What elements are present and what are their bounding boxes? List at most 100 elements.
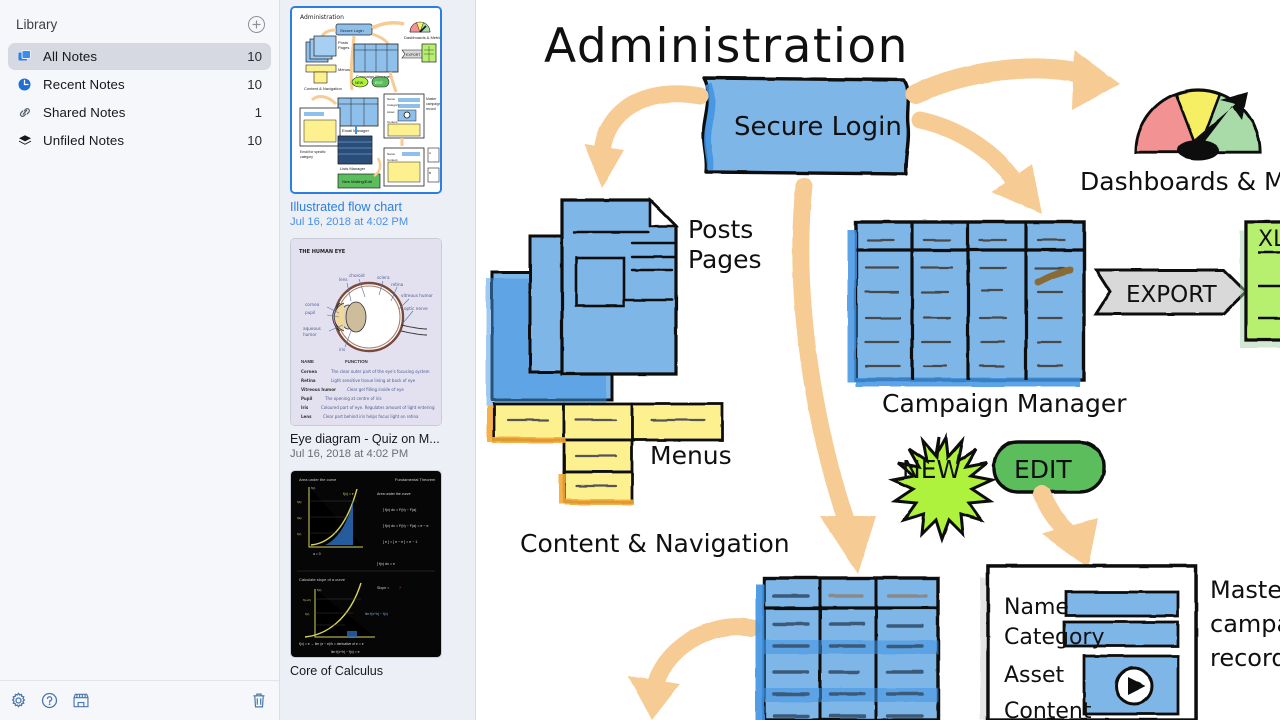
svg-text:record: record — [426, 107, 436, 111]
svg-text:Asset: Asset — [387, 110, 395, 114]
svg-text:Content: Content — [387, 120, 398, 124]
svg-text:THE HUMAN EYE: THE HUMAN EYE — [299, 249, 346, 255]
store-icon — [73, 693, 89, 708]
svg-text:Administration: Administration — [300, 14, 344, 21]
xl-label: XL — [1258, 227, 1280, 252]
field-name-label: Name — [1004, 595, 1069, 620]
note-thumbnail-eye-diagram[interactable]: THE HUMAN EYE choroid sclera retina lens… — [290, 238, 442, 426]
sidebar-item-unfiled-notes[interactable]: Unfiled Notes 10 — [8, 127, 271, 154]
master-record-line1: Master — [1210, 576, 1280, 604]
svg-text:a = 0: a = 0 — [313, 552, 321, 556]
svg-text:Retina: Retina — [301, 378, 316, 383]
note-thumbnail-flowchart[interactable]: Administration Secure Login Dashboards &… — [290, 6, 442, 194]
dashboards-label: Dashboards & Met — [1080, 167, 1280, 196]
svg-text:FUNCTION: FUNCTION — [345, 359, 368, 364]
svg-text:lens: lens — [339, 277, 348, 282]
library-header: Library — [0, 0, 279, 43]
sidebar-item-shared-notes[interactable]: Shared Notes 1 — [8, 99, 271, 126]
note-date: Jul 16, 2018 at 4:02 PM — [290, 216, 409, 228]
trash-icon — [253, 693, 265, 708]
svg-text:Content & Navigation: Content & Navigation — [304, 86, 342, 91]
sidebar-item-recent-notes[interactable]: Recent Notes 10 — [8, 71, 271, 98]
svg-text:f(x): f(x) — [317, 588, 321, 592]
note-list-item[interactable]: THE HUMAN EYE choroid sclera retina lens… — [290, 238, 465, 460]
export-label: EXPORT — [1126, 282, 1218, 308]
svg-text:optic nerve: optic nerve — [404, 306, 428, 311]
note-canvas[interactable]: Administration Secure Login Dashboards &… — [476, 0, 1280, 720]
svg-text:Fundamental Theorem: Fundamental Theorem — [395, 477, 436, 482]
svg-text:f(x): f(x) — [297, 532, 301, 536]
svg-text:f(x): f(x) — [305, 612, 309, 616]
svg-text:f(a): f(a) — [297, 516, 302, 520]
note-list-item[interactable]: Area under the curve Fundamental Theorem… — [290, 470, 465, 678]
canvas-title-text: Administration — [544, 19, 909, 74]
svg-text:Cornea: Cornea — [301, 369, 317, 374]
svg-text:Pages: Pages — [338, 45, 349, 50]
field-category-label: Category — [1004, 625, 1105, 650]
svg-text:Category: Category — [387, 103, 400, 107]
calculus-thumbnail-art: Area under the curve Fundamental Theorem… — [291, 471, 441, 657]
note-title: Core of Calculus — [290, 664, 384, 678]
svg-text:Name: Name — [387, 152, 395, 156]
sidebar-item-all-notes[interactable]: All Notes 10 — [8, 43, 271, 70]
note-list-panel[interactable]: Administration Secure Login Dashboards &… — [280, 0, 476, 720]
edit-badge-label: EDIT — [1014, 455, 1072, 484]
trash-button[interactable] — [251, 692, 267, 709]
field-asset-label: Asset — [1004, 663, 1065, 688]
svg-text:Lists Manager: Lists Manager — [340, 166, 366, 171]
sidebar: Library All Notes 10 Recent Notes 10 Sha… — [0, 0, 280, 720]
svg-text:category: category — [300, 155, 313, 159]
add-note-button[interactable] — [248, 16, 265, 33]
sidebar-item-count: 1 — [254, 105, 262, 120]
settings-button[interactable] — [10, 692, 27, 709]
app-window: Library All Notes 10 Recent Notes 10 Sha… — [0, 0, 1280, 720]
svg-text:?: ? — [399, 586, 401, 590]
link-icon — [18, 106, 36, 119]
svg-text:lim f(x+h) − f(x): lim f(x+h) − f(x) — [365, 612, 388, 616]
clock-icon — [18, 78, 36, 91]
svg-text:Secure Login: Secure Login — [340, 28, 364, 33]
svg-text:sclera: sclera — [377, 275, 390, 280]
svg-text:campaign: campaign — [426, 102, 440, 106]
svg-text:A: A — [429, 151, 431, 155]
help-button[interactable] — [41, 692, 58, 709]
campaign-manager-label: Campaign Manager — [882, 389, 1127, 418]
svg-text:Area under the curve: Area under the curve — [299, 477, 337, 482]
svg-text:f(x) = e → lim (e − e)/h =: f(x) = e → lim (e − e)/h = derivative of… — [299, 642, 364, 646]
svg-text:EXPORT: EXPORT — [406, 53, 421, 57]
library-list: All Notes 10 Recent Notes 10 Shared Note… — [0, 43, 279, 155]
svg-text:Pupil: Pupil — [301, 396, 313, 401]
svg-text:Name: Name — [387, 97, 395, 101]
sidebar-item-label: Shared Notes — [43, 105, 126, 120]
eye-diagram-thumbnail-art: THE HUMAN EYE choroid sclera retina lens… — [291, 239, 441, 425]
svg-text:Clear gel filling inside of ey: Clear gel filling inside of eye — [347, 387, 404, 392]
campaign-manager-node — [847, 220, 1086, 387]
master-record-line2: campaign — [1210, 610, 1280, 638]
svg-text:B: B — [429, 171, 431, 175]
svg-text:Iris: Iris — [301, 405, 309, 410]
svg-text:Lens: Lens — [301, 414, 312, 419]
layers-icon — [18, 134, 36, 147]
svg-text:Vitreous humor: Vitreous humor — [301, 387, 336, 392]
note-list-item[interactable]: Administration Secure Login Dashboards &… — [290, 6, 465, 228]
svg-text:f(b): f(b) — [297, 500, 302, 504]
note-title: Eye diagram - Quiz on M... — [290, 432, 440, 446]
svg-text:lim f(x+h) − f(x) = e: lim f(x+h) − f(x) = e — [331, 650, 360, 654]
sidebar-item-label: Unfiled Notes — [43, 133, 125, 148]
pages-label: Pages — [688, 245, 762, 274]
flowchart-artwork: Administration Secure Login Dashboards &… — [476, 0, 1280, 720]
note-thumbnail-calculus[interactable]: Area under the curve Fundamental Theorem… — [290, 470, 442, 658]
svg-text:∫ f(x) dx = F(b) − F(a) = e −: ∫ f(x) dx = F(b) − F(a) = e − e — [382, 524, 429, 528]
content-navigation-label: Content & Navigation — [520, 529, 790, 558]
gear-icon — [11, 692, 26, 708]
svg-text:f(x) = e: f(x) = e — [343, 492, 354, 496]
store-button[interactable] — [72, 692, 90, 709]
plus-icon — [252, 20, 261, 29]
sidebar-item-count: 10 — [247, 49, 262, 64]
svg-text:cornea: cornea — [305, 302, 320, 307]
svg-text:Master: Master — [426, 97, 437, 101]
svg-text:humor: humor — [303, 332, 317, 337]
svg-text:NEW: NEW — [355, 81, 364, 85]
svg-text:Secure Login: Secure Login — [734, 112, 902, 142]
